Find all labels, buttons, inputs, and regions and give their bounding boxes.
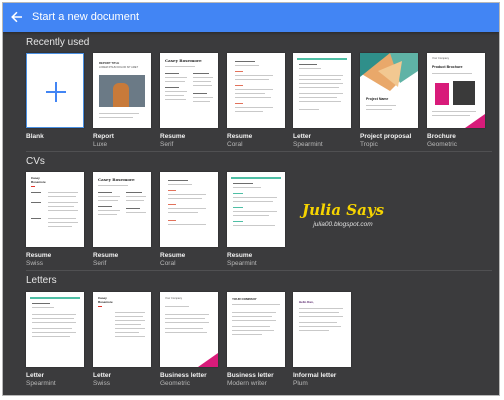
template-style: Tropic [360,141,378,148]
thumb-name: Casey Rosemore [98,296,113,304]
template-name: Resume [26,252,52,259]
template-brochure-geometric[interactable]: Your Company Product Brochure Brochure G… [427,53,485,149]
template-thumbnail [227,53,285,128]
thumb-name: Casey Rosemore [98,177,135,182]
thumb-subheading: LOREM IPSUM DOLOR SIT AMET [99,66,139,69]
thumb-company: Your Company [165,297,183,300]
template-informal-letter-plum[interactable]: Hello Dan, Informal letter Plum [293,292,351,388]
template-thumbnail: Your Company Product Brochure [427,53,485,128]
template-resume-coral[interactable]: Resume Coral [160,172,218,268]
template-blank[interactable]: Blank [26,53,84,141]
template-thumbnail: YOUR COMPANY [227,292,285,367]
template-style: Serif [160,141,174,148]
template-thumbnail: REPORT TITLE LOREM IPSUM DOLOR SIT AMET [93,53,151,128]
template-resume-serif[interactable]: Casey Rosemore Resume Serif [160,53,218,149]
arrow-left-icon [9,9,25,25]
template-thumbnail: Casey Rosemore [26,172,84,247]
template-resume-swiss[interactable]: Casey Rosemore Resume Swiss [26,172,84,268]
template-thumbnail [160,172,218,247]
thumb-artwork [360,53,418,91]
thumb-name: Casey Rosemore [31,176,46,184]
thumb-title: Project Name [366,97,389,101]
template-thumbnail: Hello Dan, [293,292,351,367]
template-style: Spearmint [293,141,323,148]
template-style: Spearmint [26,380,56,387]
template-thumbnail [26,53,84,128]
section-divider [26,151,492,152]
template-name: Report [93,133,114,140]
template-name: Letter [26,372,45,379]
template-report-luxe[interactable]: REPORT TITLE LOREM IPSUM DOLOR SIT AMET … [93,53,151,149]
section-title-recent: Recently used [26,37,90,48]
watermark-url: julia00.blogspot.com [313,221,373,228]
template-style: Modern writer [227,380,267,387]
template-name: Project proposal [360,133,412,140]
template-thumbnail: Casey Rosemore [93,172,151,247]
template-name: Brochure [427,133,456,140]
template-thumbnail: Casey Rosemore [160,53,218,128]
watermark-title: Julia Says [301,201,385,219]
template-name: Resume [227,133,253,140]
template-business-letter-geometric[interactable]: Your Company Business letter Geometric [160,292,218,388]
template-style: Geometric [160,380,190,387]
thumb-title: Product Brochure [432,65,463,69]
section-title-cvs: CVs [26,156,45,167]
template-project-proposal-tropic[interactable]: Project Name Project proposal Tropic [360,53,418,149]
template-letter-spearmint[interactable]: Letter Spearmint [293,53,351,149]
section-title-letters: Letters [26,275,57,286]
thumb-company: YOUR COMPANY [232,297,257,301]
template-resume-serif[interactable]: Casey Rosemore Resume Serif [93,172,151,268]
thumb-heading: REPORT TITLE [99,61,120,65]
template-style: Coral [160,260,176,267]
template-name: Resume [160,252,186,259]
template-style: Spearmint [227,260,257,267]
template-thumbnail [26,292,84,367]
template-style: Luxe [93,141,108,148]
template-business-letter-modern-writer[interactable]: YOUR COMPANY Business letter Modern writ… [227,292,285,388]
section-divider [26,270,492,271]
template-thumbnail [227,172,285,247]
page-title: Start a new document [32,11,140,23]
thumb-company: Your Company [432,57,450,60]
template-style: Swiss [93,380,110,387]
watermark: Julia Says julia00.blogspot.com [295,201,391,228]
template-resume-coral[interactable]: Resume Coral [227,53,285,149]
template-thumbnail: Your Company [160,292,218,367]
top-bar: Start a new document [3,3,499,32]
back-button[interactable] [9,9,25,25]
thumb-name: Casey Rosemore [165,58,202,63]
template-name: Resume [93,252,119,259]
template-letter-spearmint[interactable]: Letter Spearmint [26,292,84,388]
template-name: Letter [93,372,112,379]
template-name: Blank [26,133,44,140]
template-thumbnail: Casey Rosemore [93,292,151,367]
template-gallery: Start a new document Recently used Blank… [2,2,500,396]
template-resume-spearmint[interactable]: Resume Spearmint [227,172,285,268]
template-style: Plum [293,380,308,387]
template-thumbnail [293,53,351,128]
template-name: Business letter [160,372,207,379]
template-name: Resume [160,133,186,140]
template-style: Geometric [427,141,457,148]
template-style: Serif [93,260,107,267]
template-name: Letter [293,133,312,140]
template-style: Coral [227,141,243,148]
template-style: Swiss [26,260,43,267]
template-letter-swiss[interactable]: Casey Rosemore Letter Swiss [93,292,151,388]
thumb-greeting: Hello Dan, [299,300,314,304]
template-name: Informal letter [293,372,337,379]
template-name: Business letter [227,372,274,379]
template-thumbnail: Project Name [360,53,418,128]
template-name: Resume [227,252,253,259]
